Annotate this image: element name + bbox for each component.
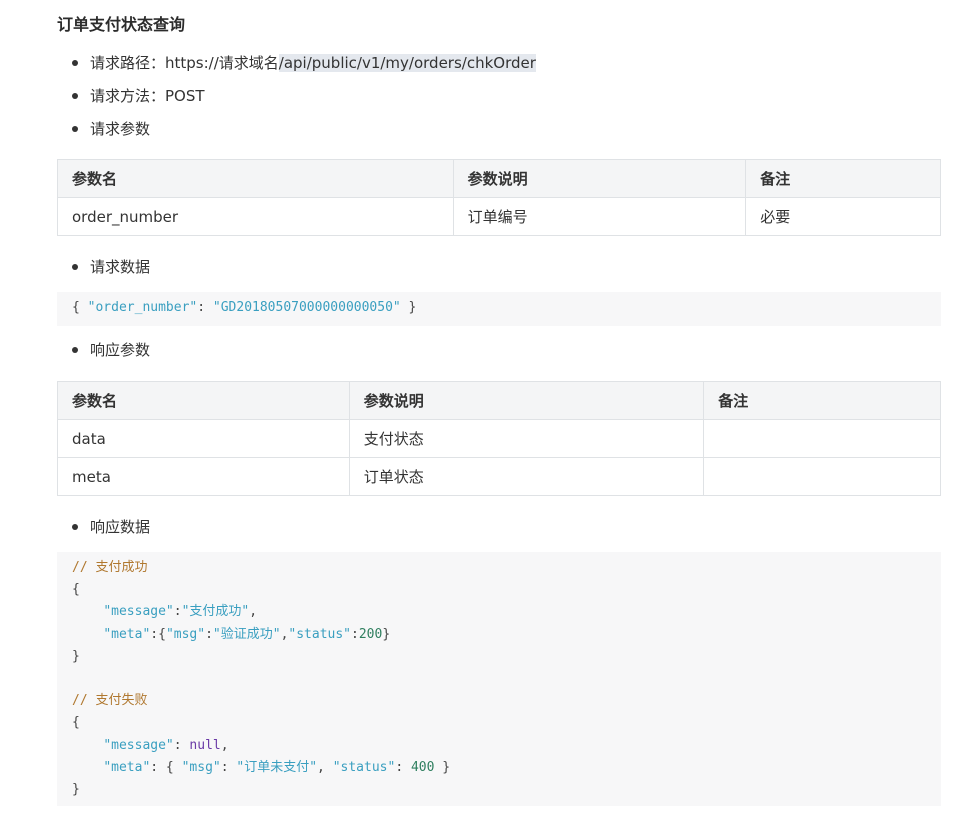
code-line: { [72,715,80,731]
header-param-name: 参数名 [57,381,350,420]
table-header-row: 参数名 参数说明 备注 [57,159,941,198]
table-row: meta 订单状态 [57,457,941,496]
doc-page: 订单支付状态查询 请求路径：https://请求域名/api/public/v1… [0,0,976,826]
bullet-dot [72,264,78,270]
code-line: // 支付成功 [72,557,926,579]
bullet-dot [72,93,78,99]
bullet-dot [72,126,78,132]
bullet-response-params: 响应参数 [72,339,150,361]
page-title: 订单支付状态查询 [57,15,186,34]
bullet-request-path: 请求路径：https://请求域名/api/public/v1/my/order… [72,52,536,74]
header-param-note: 备注 [745,159,941,198]
cell-param-name: order_number [57,197,454,236]
header-param-note: 备注 [703,381,941,420]
bullet-request-data: 请求数据 [72,256,150,278]
request-method-text: 请求方法：POST [90,87,205,105]
request-data-code-block: { "order_number": "GD2018050700000000005… [57,292,941,326]
request-path-prefix: 请求路径：https://请求域名 [90,54,279,72]
bullet-request-method: 请求方法：POST [72,85,205,107]
response-params-text: 响应参数 [90,341,151,359]
cell-param-desc: 支付状态 [348,419,705,458]
cell-param-name: meta [57,457,350,496]
code-line: { [72,582,80,598]
header-param-desc: 参数说明 [452,159,747,198]
bullet-request-params: 请求参数 [72,118,150,140]
request-params-text: 请求参数 [90,120,151,138]
cell-param-name: data [57,419,350,458]
cell-param-note [703,419,941,458]
bullet-dot [72,60,78,66]
header-param-name: 参数名 [57,159,454,198]
code-line: "message": null, [103,737,229,753]
request-data-text: 请求数据 [90,258,151,276]
bullet-dot [72,347,78,353]
bullet-dot [72,524,78,530]
cell-param-desc: 订单状态 [348,457,705,496]
response-data-code-block: // 支付成功 { "message":"支付成功", "meta":{"msg… [57,552,941,806]
code-line: { "order_number": "GD2018050700000000005… [72,300,417,315]
code-comment: // 支付成功 [72,560,148,575]
response-data-text: 响应数据 [90,518,151,536]
request-path-highlight: /api/public/v1/my/orders/chkOrder [278,54,536,72]
cell-param-desc: 订单编号 [452,197,747,236]
header-param-desc: 参数说明 [348,381,705,420]
code-line: } [72,648,80,664]
bullet-response-data: 响应数据 [72,516,150,538]
response-params-table: 参数名 参数说明 备注 data 支付状态 meta 订单状态 [57,381,941,496]
code-line: "message":"支付成功", [103,604,258,620]
cell-param-note: 必要 [745,197,941,236]
code-comment: // 支付失败 [72,693,148,709]
code-line: } [72,781,80,797]
table-header-row: 参数名 参数说明 备注 [57,381,941,420]
code-line: "meta":{"msg":"验证成功","status":200} [103,626,391,642]
table-row: order_number 订单编号 必要 [57,197,941,236]
table-row: data 支付状态 [57,419,941,458]
code-line: "meta": { "msg": "订单未支付", "status": 400 … [103,759,451,775]
cell-param-note [703,457,941,496]
request-params-table: 参数名 参数说明 备注 order_number 订单编号 必要 [57,159,941,236]
code-line: // 支付失败 [72,690,926,712]
